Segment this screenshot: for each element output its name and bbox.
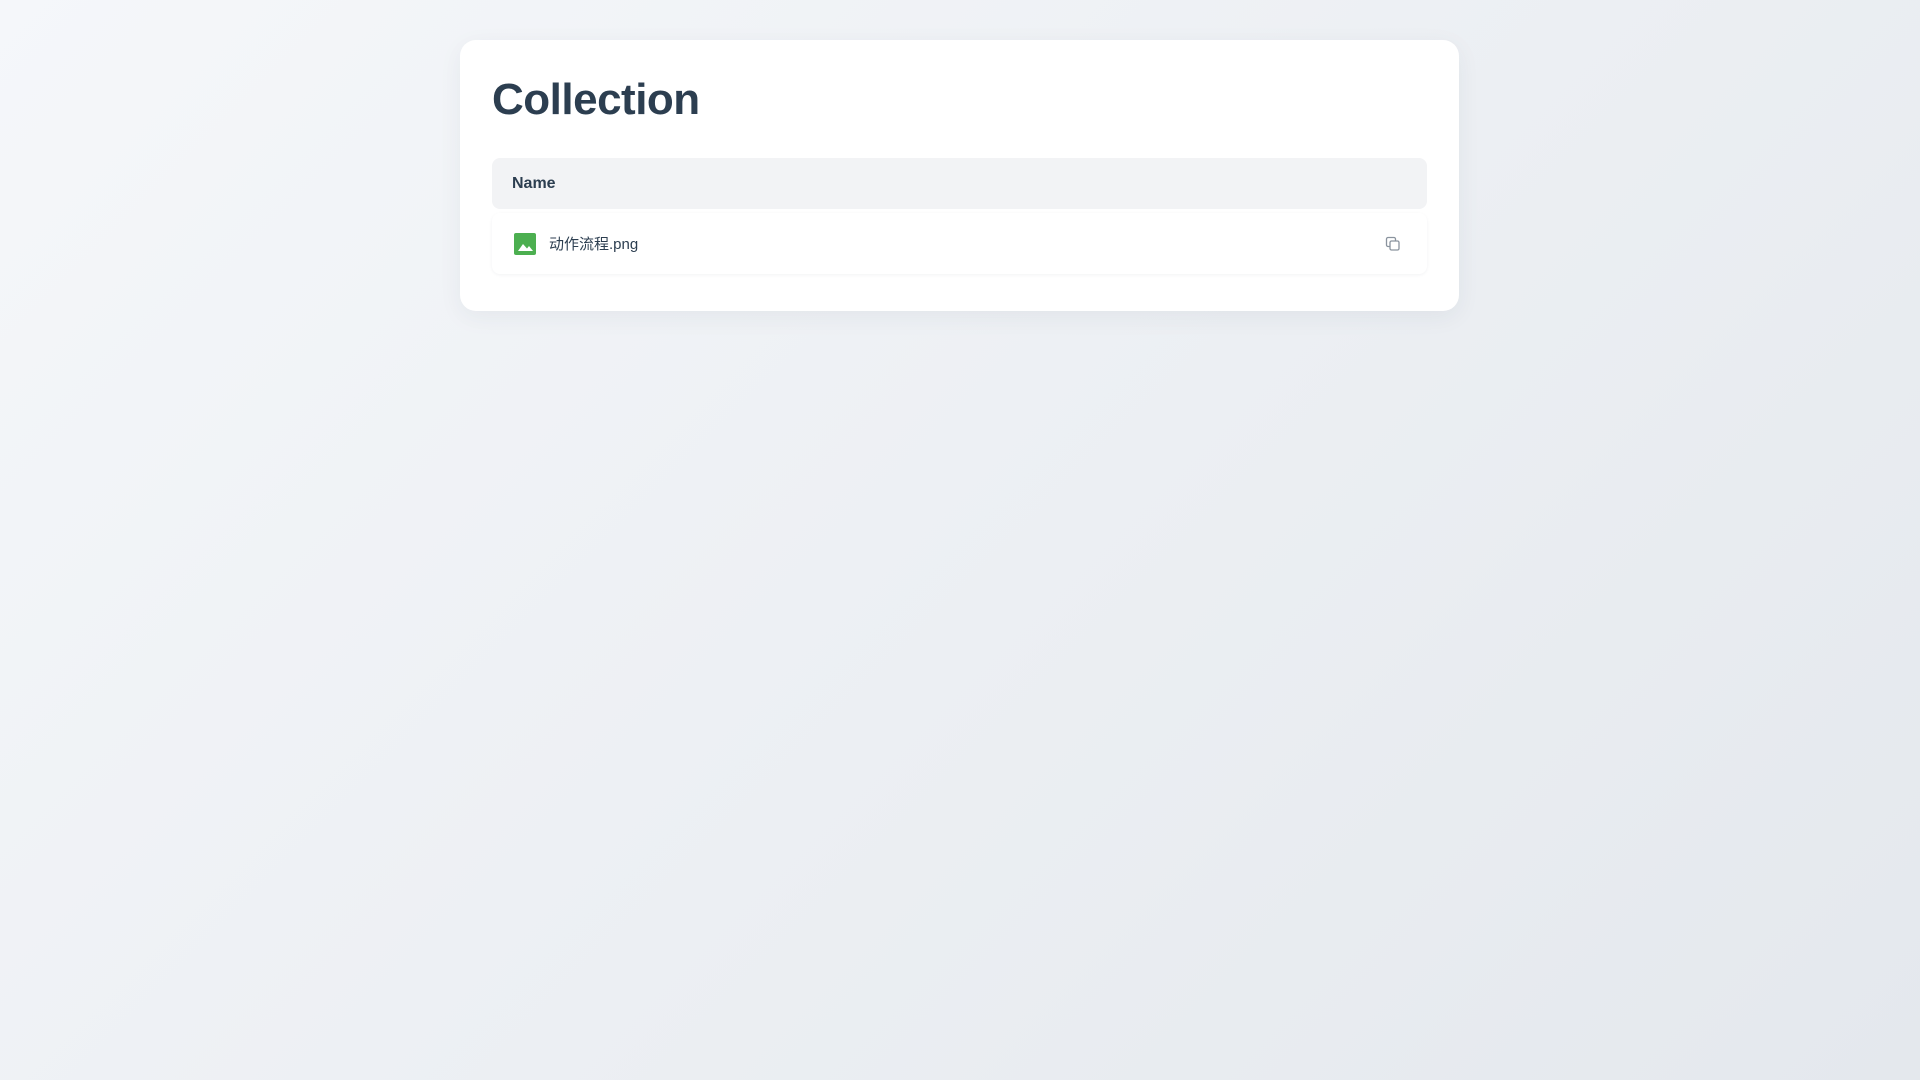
column-header-name: Name [512, 174, 556, 192]
image-file-icon [514, 232, 536, 255]
table-header: Name [492, 158, 1427, 209]
table-row[interactable]: 动作流程.png [492, 213, 1427, 274]
collection-card: Collection Name 动作流程.png [460, 40, 1459, 311]
page-title: Collection [492, 75, 700, 124]
file-name: 动作流程.png [549, 236, 639, 253]
copy-icon [1385, 236, 1401, 252]
copy-button[interactable] [1381, 232, 1405, 256]
